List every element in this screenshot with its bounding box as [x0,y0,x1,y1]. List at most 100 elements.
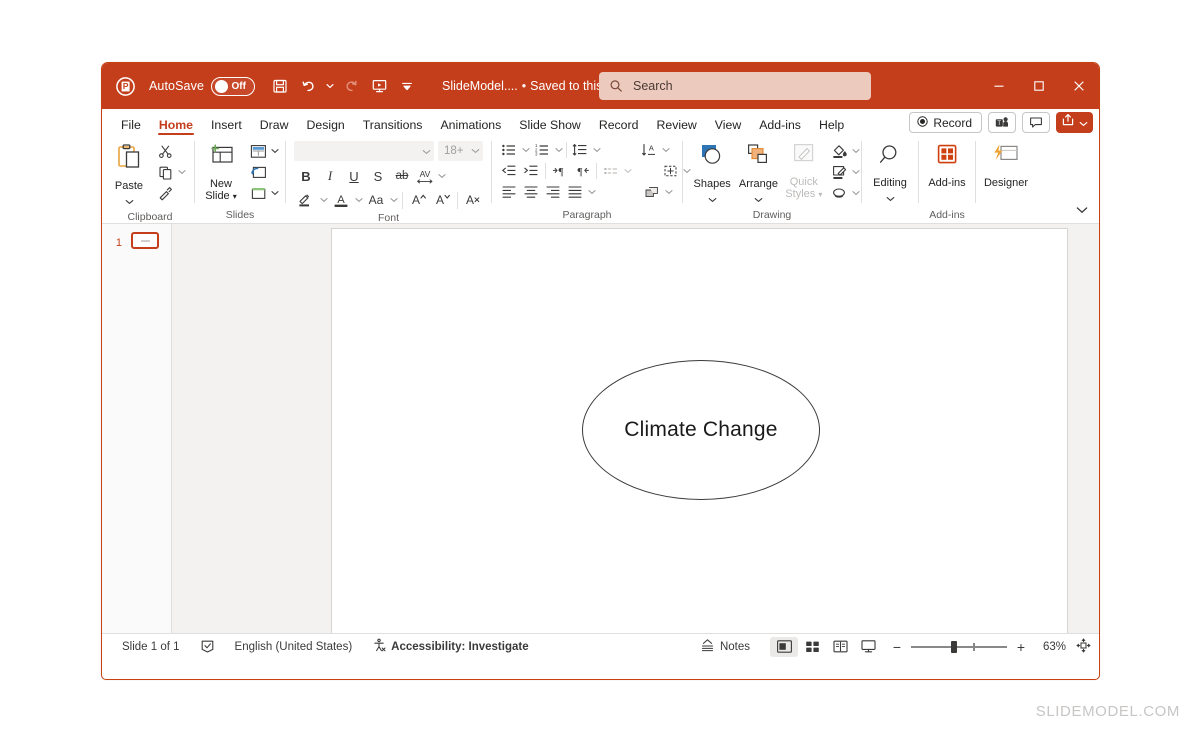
zoom-handle[interactable] [951,640,957,653]
paste-chevron-down-icon[interactable] [125,192,134,210]
slide-canvas[interactable]: Climate Change [331,228,1068,642]
shape-effects-icon[interactable] [828,183,850,203]
align-text-icon[interactable] [659,161,681,181]
close-button[interactable] [1059,63,1099,109]
strikethrough-button[interactable]: ab [390,165,414,187]
slide-edit-area[interactable]: Climate Change [172,224,1099,642]
editing-chevron-down-icon[interactable] [886,189,895,207]
slide-show-button[interactable] [854,637,882,657]
text-shadow-button[interactable]: S [366,165,390,187]
decrease-font-size-button[interactable]: A [430,189,454,211]
tab-review[interactable]: Review [647,118,705,135]
tab-file[interactable]: File [112,118,150,135]
undo-icon[interactable] [295,73,321,99]
highlight-chevron-down-icon[interactable] [318,190,329,210]
zoom-track[interactable] [911,640,1007,653]
shape-outline-chevron-down-icon[interactable] [850,162,861,182]
justify-chevron-down-icon[interactable] [586,182,597,202]
tab-help[interactable]: Help [810,118,853,135]
designer-button[interactable]: Designer [977,140,1035,189]
columns-icon[interactable] [600,161,622,181]
arrange-button[interactable]: Arrange [735,140,781,208]
numbering-chevron-down-icon[interactable] [553,140,564,160]
numbering-icon[interactable]: 1 2 3 [531,140,553,160]
change-case-chevron-down-icon[interactable] [388,190,399,210]
smartart-icon[interactable] [641,182,663,202]
shape-fill-chevron-down-icon[interactable] [850,141,861,161]
scissors-icon[interactable] [154,141,176,161]
text-direction-chevron-down-icon[interactable] [660,140,671,160]
save-icon[interactable] [267,73,293,99]
shapes-chevron-down-icon[interactable] [708,190,717,208]
slide-sorter-view-button[interactable] [798,637,826,657]
search-box[interactable]: Search [599,72,871,100]
spell-check-icon[interactable] [190,637,225,657]
section-icon[interactable] [247,183,269,203]
format-painter-icon[interactable] [154,183,176,203]
start-presentation-icon[interactable] [366,73,392,99]
tab-view[interactable]: View [706,118,750,135]
layout-chevron-down-icon[interactable] [269,141,280,161]
font-color-icon[interactable]: A [329,189,353,211]
zoom-in-button[interactable]: + [1014,640,1028,654]
shape-effects-chevron-down-icon[interactable] [850,183,861,203]
slide-thumbnail[interactable] [131,232,159,249]
clear-formatting-icon[interactable]: A [461,189,485,211]
bullets-icon[interactable] [498,140,520,160]
character-spacing-button[interactable]: AV [414,165,436,187]
editing-button[interactable]: Editing [866,140,914,207]
justify-icon[interactable] [564,182,586,202]
language-indicator[interactable]: English (United States) [225,637,363,657]
maximize-button[interactable] [1019,63,1059,109]
change-case-button[interactable]: Aa [364,189,388,211]
new-slide-button[interactable]: New Slide ▾ [195,140,247,203]
tab-add-ins[interactable]: Add-ins [750,118,810,135]
font-size-combobox[interactable]: 18+ [438,141,483,161]
increase-font-size-button[interactable]: A [406,189,430,211]
align-left-icon[interactable] [498,182,520,202]
layout-icon[interactable] [247,141,269,161]
smartart-chevron-down-icon[interactable] [663,182,674,202]
character-spacing-chevron-down-icon[interactable] [436,166,447,186]
thumbnail-item[interactable]: 1 [102,232,171,249]
tab-transitions[interactable]: Transitions [354,118,432,135]
italic-button[interactable]: I [318,165,342,187]
tab-record[interactable]: Record [590,118,648,135]
customize-quick-access-toolbar-icon[interactable] [394,73,420,99]
underline-button[interactable]: U [342,165,366,187]
section-chevron-down-icon[interactable] [269,183,280,203]
align-right-icon[interactable] [542,182,564,202]
tab-home[interactable]: Home [150,118,202,136]
arrange-chevron-down-icon[interactable] [754,190,763,208]
copy-icon[interactable] [154,162,176,182]
slide-thumbnail-pane[interactable]: 1 [102,224,172,633]
normal-view-button[interactable] [770,636,798,657]
copy-chevron-down-icon[interactable] [176,162,187,182]
rtl-text-direction-icon[interactable]: ¶ [571,161,593,181]
ribbon-collapse-chevron-down-icon[interactable] [1073,201,1091,219]
accessibility-indicator[interactable]: Accessibility: Investigate [362,637,538,657]
shape-outline-icon[interactable] [828,162,850,182]
paste-button[interactable]: Paste [106,140,152,210]
columns-chevron-down-icon[interactable] [622,161,633,181]
tab-insert[interactable]: Insert [202,118,251,135]
shapes-button[interactable]: Shapes [689,140,735,208]
comment-icon[interactable] [1022,112,1050,133]
minimize-button[interactable] [979,63,1019,109]
font-name-combobox[interactable] [294,141,434,161]
tab-animations[interactable]: Animations [431,118,510,135]
tab-design[interactable]: Design [297,118,353,135]
line-spacing-chevron-down-icon[interactable] [591,140,602,160]
notes-button[interactable]: Notes [690,637,760,657]
align-center-icon[interactable] [520,182,542,202]
line-spacing-icon[interactable] [569,140,591,160]
reset-icon[interactable] [247,162,269,182]
autosave-toggle[interactable]: Off [211,76,256,96]
undo-dropdown-chevron-down-icon[interactable] [323,73,336,99]
slide-count-indicator[interactable]: Slide 1 of 1 [112,637,190,657]
zoom-out-button[interactable]: − [890,640,904,654]
fit-to-window-icon[interactable] [1076,637,1091,656]
share-button[interactable] [1056,112,1093,133]
bold-button[interactable]: B [294,165,318,187]
font-color-chevron-down-icon[interactable] [353,190,364,210]
